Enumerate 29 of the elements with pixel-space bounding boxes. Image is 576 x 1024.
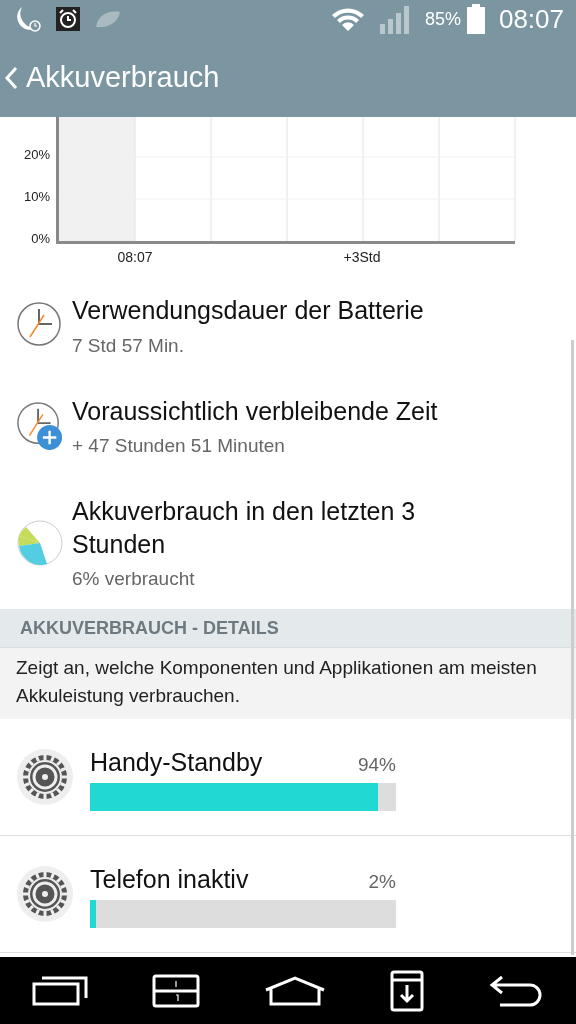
clock-time: 08:07 [498, 3, 564, 35]
section-description: Zeigt an, welche Komponenten und Applikationen am meisten Akkuleistung verbrauchen. [0, 647, 576, 720]
item-title: Akkuverbrauch in den letzten 3 Stunden [72, 496, 417, 560]
leaf-icon [94, 9, 122, 29]
item-title: Verwendungsdauer der Batterie [72, 295, 424, 326]
signal-icon [378, 4, 411, 34]
usage-percent: 2% [368, 870, 396, 893]
alarm-clock-icon [56, 7, 80, 31]
usage-name: Telefon inaktiv [90, 864, 249, 894]
axis-label: 08:07 [116, 249, 154, 265]
chevron-icon [4, 65, 18, 90]
item-title: Voraussichtlich verbleibende Zeit [72, 395, 438, 427]
item-subtitle: + 47 Stunden 51 Minuten [72, 435, 286, 457]
axis-label: +3Std [342, 249, 382, 265]
usage-percent: 94% [357, 753, 396, 776]
section-header: AKKUVERBRAUCH - DETAILS [0, 609, 576, 647]
item-subtitle: 7 Std 57 Min. [72, 334, 185, 357]
axis-label: 20% [23, 147, 50, 162]
battery-percent: 85% [424, 8, 461, 30]
axis-label: 10% [23, 189, 50, 204]
wifi-icon [330, 6, 365, 32]
gear-icon [16, 865, 74, 924]
axis-label: 0% [31, 231, 50, 246]
item-subtitle: 6% verbraucht [72, 568, 196, 590]
pie-chart-icon [16, 518, 64, 567]
gear-icon [16, 748, 74, 807]
battery-icon [466, 4, 485, 34]
usage-name: Handy-Standby [90, 747, 263, 777]
clock-plus-icon [16, 399, 64, 452]
